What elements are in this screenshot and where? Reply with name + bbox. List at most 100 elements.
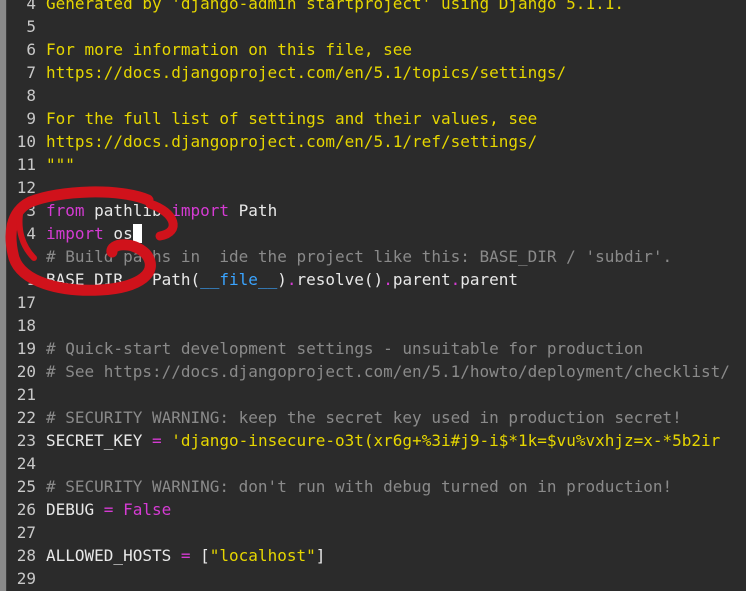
code-token: # Quick-start development settings - uns… [46, 339, 644, 358]
code-token: For more information on this file, see [46, 40, 413, 59]
code-token: # Build paths in ide the project like th… [46, 247, 673, 266]
code-line[interactable]: 1 BASE_DIR = Path(__file__).resolve().par… [0, 268, 746, 291]
line-code: BASE_DIR = Path(__file__).resolve().pare… [46, 268, 518, 291]
code-token: __file__ [200, 270, 278, 289]
code-line[interactable]: 25 # SECURITY WARNING: don't run with deb… [0, 475, 746, 498]
line-number: 27 [16, 523, 36, 542]
line-number: 24 [16, 454, 36, 473]
line-number: 17 [16, 293, 36, 312]
code-token: ALLOWED_HOSTS [46, 546, 181, 565]
code-line[interactable]: 20 # See https://docs.djangoproject.com/e… [0, 360, 746, 383]
line-number: 3 [26, 201, 36, 220]
line-code: # Build paths in ide the project like th… [46, 245, 672, 268]
line-code: # SECURITY WARNING: keep the secret key … [46, 406, 682, 429]
code-token: # SECURITY WARNING: keep the secret key … [46, 408, 682, 427]
line-number: 12 [16, 178, 36, 197]
line-code: # SECURITY WARNING: don't run with debug… [46, 475, 672, 498]
line-code: DEBUG = False [46, 498, 171, 521]
line-number: 26 [16, 500, 36, 519]
code-line[interactable]: 3 from pathlib import Path [0, 199, 746, 222]
code-line[interactable]: 6 For more information on this file, see [0, 38, 746, 61]
line-code: Generated by 'django-admin startproject'… [46, 0, 624, 15]
code-token: Generated by 'django-admin startproject'… [46, 0, 624, 13]
code-token: DEBUG [46, 500, 104, 519]
line-code: For the full list of settings and their … [46, 107, 537, 130]
code-line[interactable]: 8 [0, 84, 746, 107]
code-line[interactable]: 10 https://docs.djangoproject.com/en/5.1/… [0, 130, 746, 153]
code-line[interactable]: 22 # SECURITY WARNING: keep the secret ke… [0, 406, 746, 429]
line-number: 10 [16, 132, 36, 151]
line-number: 29 [16, 569, 36, 588]
code-token: Path [229, 201, 278, 220]
code-line[interactable]: 17 [0, 291, 746, 314]
code-line[interactable]: 11 """ [0, 153, 746, 176]
code-line[interactable]: 23 SECRET_KEY = 'django-insecure-o3t(xr6g… [0, 429, 746, 452]
line-number: 22 [16, 408, 36, 427]
code-token: """ [46, 155, 75, 174]
code-token: False [113, 500, 172, 519]
line-code: https://docs.djangoproject.com/en/5.1/to… [46, 61, 566, 84]
line-number: 23 [16, 431, 36, 450]
code-line[interactable]: 5 [0, 15, 746, 38]
code-token: import [171, 201, 230, 220]
line-number: 6 [26, 40, 36, 59]
line-code: SECRET_KEY = 'django-insecure-o3t(xr6g+%… [46, 429, 720, 452]
code-token: parent [460, 270, 519, 289]
code-line[interactable]: 7 https://docs.djangoproject.com/en/5.1/t… [0, 61, 746, 84]
code-line[interactable]: 21 [0, 383, 746, 406]
code-token: pathlib [84, 201, 172, 220]
code-line[interactable]: 27 [0, 521, 746, 544]
line-number: 7 [26, 63, 36, 82]
line-number: 28 [16, 546, 36, 565]
line-code: from pathlib import Path [46, 199, 277, 222]
line-number: 5 [26, 17, 36, 36]
code-token: = [151, 431, 162, 450]
line-number: 9 [26, 109, 36, 128]
code-line[interactable]: 18 [0, 314, 746, 337]
code-token: from [46, 201, 85, 220]
code-token: BASE_DIR [46, 270, 133, 289]
code-token: # See https://docs.djangoproject.com/en/… [46, 362, 730, 381]
line-number: 21 [16, 385, 36, 404]
line-number: 1 [26, 270, 36, 289]
code-line[interactable]: 4 Generated by 'django-admin startproject… [0, 0, 746, 15]
line-number: 4 [26, 0, 36, 13]
code-token: # SECURITY WARNING: don't run with debug… [46, 477, 673, 496]
code-token: [ [190, 546, 210, 565]
code-token: For the full list of settings and their … [46, 109, 538, 128]
code-editor[interactable]: 4 Generated by 'django-admin startproject… [0, 0, 746, 591]
line-code: https://docs.djangoproject.com/en/5.1/re… [46, 130, 537, 153]
code-token: os [103, 224, 133, 243]
line-number: 25 [16, 477, 36, 496]
code-line[interactable]: 12 [0, 176, 746, 199]
code-line[interactable]: 26 DEBUG = False [0, 498, 746, 521]
code-token: https://docs.djangoproject.com/en/5.1/re… [46, 132, 538, 151]
code-line[interactable]: 4 import os [0, 222, 746, 245]
code-line[interactable]: 24 [0, 452, 746, 475]
code-token: = [132, 270, 143, 289]
line-code: # See https://docs.djangoproject.com/en/… [46, 360, 730, 383]
code-token: = [180, 546, 191, 565]
code-token: . [383, 270, 393, 289]
line-number: 18 [16, 316, 36, 335]
line-number: 20 [16, 362, 36, 381]
code-token: "localhost" [209, 546, 316, 565]
line-number: 8 [26, 86, 36, 105]
line-code: # Quick-start development settings - uns… [46, 337, 643, 360]
code-token: resolve() [296, 270, 384, 289]
code-lines: 4 Generated by 'django-admin startproject… [0, 0, 746, 590]
code-token: = [103, 500, 114, 519]
code-line[interactable]: 19 # Quick-start development settings - u… [0, 337, 746, 360]
line-number: 4 [26, 224, 36, 243]
code-line[interactable]: # Build paths in ide the project like th… [0, 245, 746, 268]
code-token: Path( [142, 270, 201, 289]
line-code: ALLOWED_HOSTS = ["localhost"] [46, 544, 325, 567]
code-token: parent [392, 270, 451, 289]
code-line[interactable]: 28 ALLOWED_HOSTS = ["localhost"] [0, 544, 746, 567]
code-token: import [46, 224, 104, 243]
line-code: import os [46, 222, 142, 245]
code-line[interactable]: 29 [0, 567, 746, 590]
code-token: SECRET_KEY [46, 431, 152, 450]
code-line[interactable]: 9 For the full list of settings and their… [0, 107, 746, 130]
text-cursor [132, 224, 142, 243]
